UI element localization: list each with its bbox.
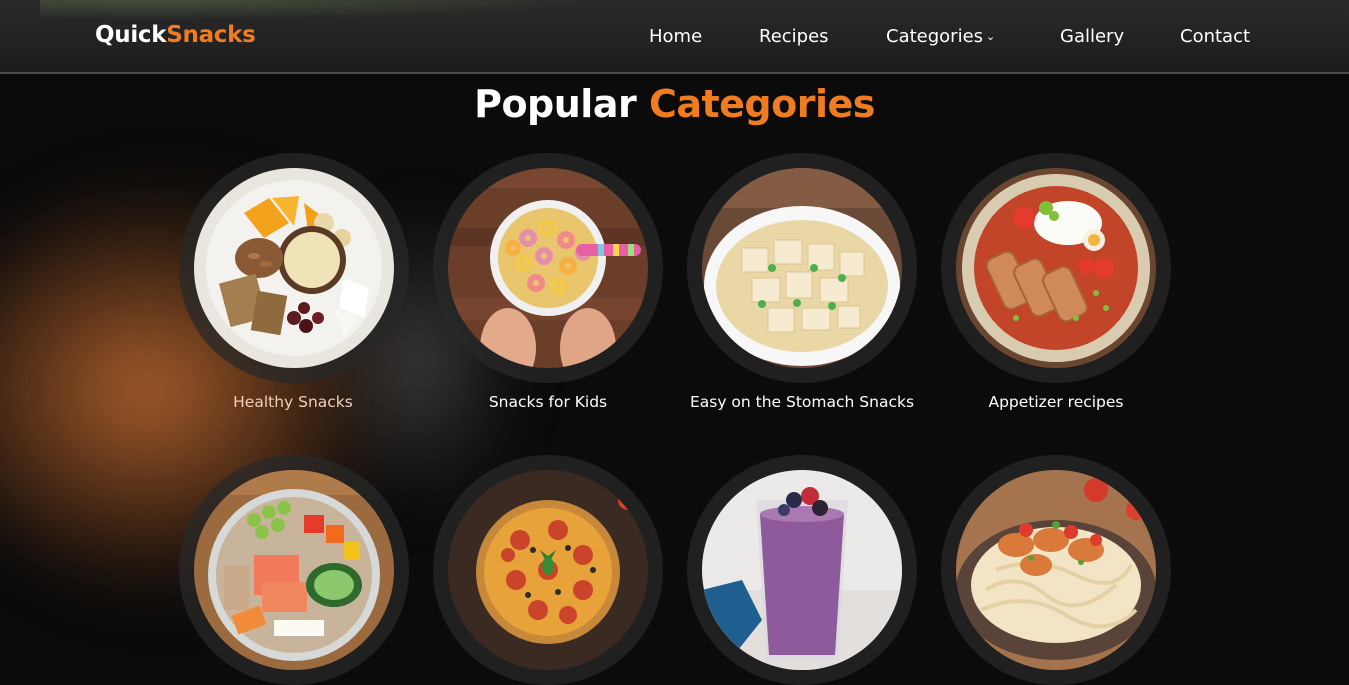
healthy-snacks-image[interactable] [194, 168, 394, 368]
navbar: QuickSnacks Home Recipes Categories ⌄ Gal… [0, 0, 1349, 74]
category-card-smoothie[interactable] [687, 455, 917, 685]
brand-logo-part2: Snacks [166, 22, 256, 48]
nav-contact[interactable]: Contact [1180, 26, 1250, 47]
category-label[interactable]: Appetizer recipes [906, 393, 1206, 411]
section-title-white: Popular [474, 82, 637, 126]
nav-gallery[interactable]: Gallery [1060, 26, 1124, 47]
poke-bowl-image[interactable] [194, 470, 394, 670]
category-card-healthy-snacks[interactable] [179, 153, 409, 383]
category-card-pizza[interactable] [433, 455, 663, 685]
brand-logo-part1: Quick [95, 22, 167, 48]
category-card-pasta[interactable] [941, 455, 1171, 685]
pasta-image[interactable] [956, 470, 1156, 670]
brand-logo[interactable]: QuickSnacks [95, 22, 256, 48]
tofu-bowl-image[interactable] [702, 168, 902, 368]
section-title-orange: Categories [648, 82, 875, 126]
category-card-appetizer[interactable] [941, 153, 1171, 383]
section-title: Popular Categories [0, 82, 1349, 126]
nav-home[interactable]: Home [649, 26, 702, 47]
nav-categories[interactable]: Categories ⌄ [886, 26, 995, 47]
navbar-background-image [40, 0, 600, 20]
category-card-easy-on-stomach[interactable] [687, 153, 917, 383]
nav-categories-label: Categories [886, 26, 984, 47]
pizza-image[interactable] [448, 470, 648, 670]
cereal-bowl-image[interactable] [448, 168, 648, 368]
chevron-down-icon: ⌄ [986, 30, 996, 43]
category-card-poke-bowl[interactable] [179, 455, 409, 685]
smoothie-image[interactable] [702, 470, 902, 670]
nav-recipes[interactable]: Recipes [759, 26, 829, 47]
katsu-curry-image[interactable] [956, 168, 1156, 368]
category-card-snacks-for-kids[interactable] [433, 153, 663, 383]
